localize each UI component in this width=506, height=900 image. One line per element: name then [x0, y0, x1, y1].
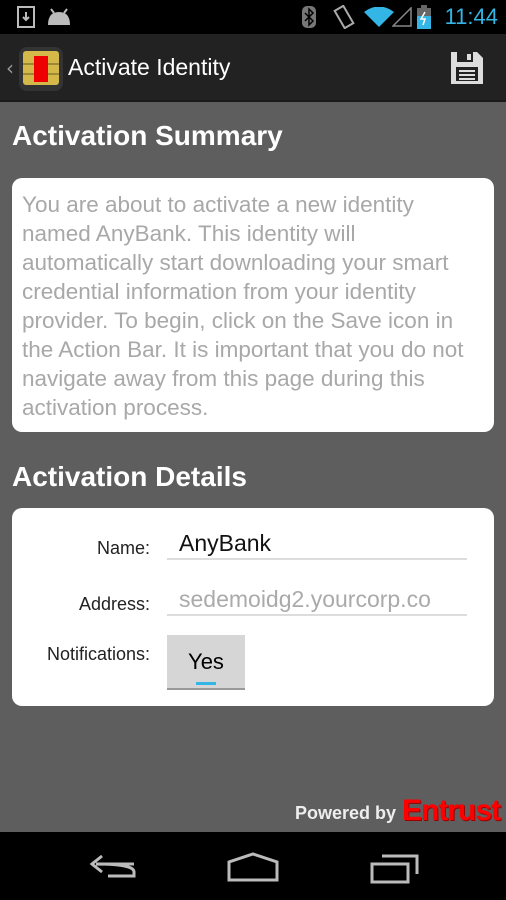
wifi-icon — [364, 7, 394, 27]
clock: 11:44 — [444, 4, 498, 29]
chevron-left-icon: ‹ — [6, 56, 14, 80]
home-icon[interactable] — [226, 852, 280, 882]
download-icon — [17, 6, 35, 28]
summary-heading: Activation Summary — [12, 120, 283, 151]
details-heading: Activation Details — [12, 461, 247, 492]
app-logo-icon — [19, 47, 63, 91]
notifications-toggle[interactable]: Yes — [167, 635, 245, 690]
page-title: Activate Identity — [68, 54, 231, 80]
summary-text: You are about to activate a new identity… — [12, 178, 494, 432]
status-bar: 11:44 — [0, 0, 506, 34]
signal-icon — [392, 7, 412, 27]
powered-by: Powered by Entrust — [294, 794, 501, 827]
android-icon — [48, 8, 70, 25]
details-card: Name: AnyBank Address: sedemoidg2.yourco… — [12, 508, 494, 706]
battery-charging-icon — [417, 5, 431, 29]
action-bar: ‹ Activate Identity — [0, 34, 506, 102]
save-icon[interactable] — [451, 52, 483, 84]
name-label: Name: — [96, 538, 150, 558]
powered-by-text: Powered by — [294, 803, 396, 823]
address-field[interactable]: sedemoidg2.yourcorp.co — [167, 586, 467, 616]
up-button[interactable]: ‹ — [4, 44, 64, 94]
entrust-logo: Entrust — [402, 794, 501, 827]
bluetooth-icon — [302, 6, 316, 28]
vibrate-icon — [333, 5, 355, 29]
address-label: Address: — [78, 594, 150, 614]
notifications-label: Notifications: — [46, 644, 150, 664]
recent-apps-icon[interactable] — [370, 852, 420, 884]
back-icon[interactable] — [88, 854, 136, 880]
name-field[interactable]: AnyBank — [167, 530, 467, 560]
navigation-bar — [0, 832, 506, 900]
